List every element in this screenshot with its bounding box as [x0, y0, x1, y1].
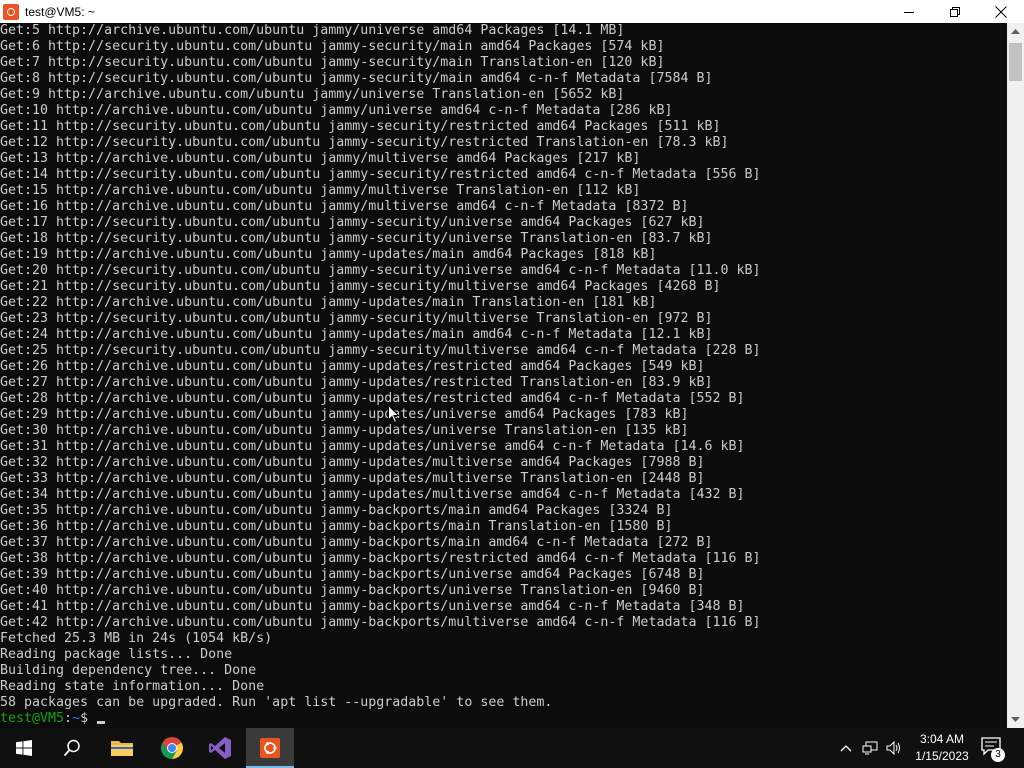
terminal-line: 58 packages can be upgraded. Run 'apt li…	[0, 695, 553, 710]
terminal-line: Get:38 http://archive.ubuntu.com/ubuntu …	[0, 551, 761, 566]
terminal-line: Get:20 http://security.ubuntu.com/ubuntu…	[0, 263, 761, 278]
terminal-line: Reading package lists... Done	[0, 647, 233, 662]
scrollbar-thumb[interactable]	[1009, 43, 1022, 81]
terminal-line: Fetched 25.3 MB in 24s (1054 kB/s)	[0, 631, 273, 646]
close-icon	[995, 5, 1007, 18]
terminal-line: Get:22 http://archive.ubuntu.com/ubuntu …	[0, 295, 657, 310]
visual-studio-icon	[209, 737, 231, 759]
terminal-line: Get:26 http://archive.ubuntu.com/ubuntu …	[0, 359, 705, 374]
terminal-line: Get:40 http://archive.ubuntu.com/ubuntu …	[0, 583, 705, 598]
chevron-up-icon	[840, 745, 852, 752]
terminal-line: Get:16 http://archive.ubuntu.com/ubuntu …	[0, 199, 689, 214]
prompt-user-host: test@VM5	[0, 711, 65, 726]
text-cursor	[97, 721, 106, 724]
terminal-line: Get:39 http://archive.ubuntu.com/ubuntu …	[0, 567, 705, 582]
terminal-line: Get:33 http://archive.ubuntu.com/ubuntu …	[0, 471, 705, 486]
terminal-line: Get:29 http://archive.ubuntu.com/ubuntu …	[0, 407, 689, 422]
terminal-line: Get:10 http://archive.ubuntu.com/ubuntu …	[0, 103, 673, 118]
clock[interactable]: 3:04 AM 1/15/2023	[912, 731, 972, 765]
terminal-line: Building dependency tree... Done	[0, 663, 257, 678]
terminal-line: Get:21 http://security.ubuntu.com/ubuntu…	[0, 279, 721, 294]
scroll-down-button[interactable]	[1007, 711, 1024, 728]
volume-button[interactable]	[886, 740, 902, 756]
terminal-line: Get:25 http://security.ubuntu.com/ubuntu…	[0, 343, 761, 358]
scroll-up-button[interactable]	[1007, 23, 1024, 40]
prompt-separator: :	[64, 711, 73, 726]
clock-time: 3:04 AM	[919, 732, 965, 746]
prompt-symbol: $	[80, 711, 97, 726]
terminal-line: Get:31 http://archive.ubuntu.com/ubuntu …	[0, 439, 745, 454]
network-button[interactable]	[862, 740, 878, 756]
start-button[interactable]	[0, 728, 48, 768]
file-explorer-button[interactable]	[98, 728, 146, 768]
terminal-line: Get:5 http://archive.ubuntu.com/ubuntu j…	[0, 23, 625, 38]
terminal-line: Get:30 http://archive.ubuntu.com/ubuntu …	[0, 423, 689, 438]
ubuntu-terminal-icon	[3, 3, 19, 20]
search-icon	[63, 739, 80, 757]
terminal-line: Get:9 http://archive.ubuntu.com/ubuntu j…	[0, 87, 625, 102]
terminal-line: Get:35 http://archive.ubuntu.com/ubuntu …	[0, 503, 673, 518]
minimize-icon	[904, 11, 914, 13]
terminal-line: Get:14 http://security.ubuntu.com/ubuntu…	[0, 167, 761, 182]
action-center-button[interactable]: 3	[980, 736, 1006, 762]
terminal-line: Get:12 http://security.ubuntu.com/ubuntu…	[0, 135, 729, 150]
terminal-line: Get:42 http://archive.ubuntu.com/ubuntu …	[0, 615, 761, 630]
terminal-line: Get:37 http://archive.ubuntu.com/ubuntu …	[0, 535, 713, 550]
restore-icon	[950, 6, 960, 17]
terminal-line: Get:19 http://archive.ubuntu.com/ubuntu …	[0, 247, 657, 262]
window-controls	[886, 0, 1024, 23]
terminal-line: Get:32 http://archive.ubuntu.com/ubuntu …	[0, 455, 705, 470]
scroll-up-icon	[1011, 28, 1020, 34]
visual-studio-button[interactable]	[196, 728, 244, 768]
title-bar[interactable]: test@VM5: ~	[0, 0, 1024, 23]
scroll-down-icon	[1011, 716, 1020, 722]
folder-icon	[111, 741, 133, 756]
show-hidden-icons-button[interactable]	[838, 740, 854, 756]
ubuntu-terminal-icon	[260, 738, 280, 758]
terminal-line: Get:18 http://security.ubuntu.com/ubuntu…	[0, 231, 713, 246]
terminal-prompt[interactable]: test@VM5:~$	[0, 711, 1007, 727]
minimize-button[interactable]	[886, 0, 932, 23]
terminal-line: Get:27 http://archive.ubuntu.com/ubuntu …	[0, 375, 713, 390]
windows-logo-icon	[16, 740, 32, 756]
chrome-icon	[161, 737, 183, 759]
terminal-line: Get:24 http://archive.ubuntu.com/ubuntu …	[0, 327, 713, 342]
terminal-line: Get:23 http://security.ubuntu.com/ubuntu…	[0, 311, 713, 326]
prompt-path: ~	[72, 711, 81, 726]
terminal-line: Get:36 http://archive.ubuntu.com/ubuntu …	[0, 519, 673, 534]
volume-icon	[886, 741, 900, 755]
terminal-line: Get:13 http://archive.ubuntu.com/ubuntu …	[0, 151, 641, 166]
maximize-button[interactable]	[932, 0, 978, 23]
search-button[interactable]	[48, 728, 96, 768]
mouse-pointer-icon	[388, 405, 400, 424]
taskbar: 3:04 AM 1/15/2023 3	[0, 728, 1024, 768]
terminal-line: Get:11 http://security.ubuntu.com/ubuntu…	[0, 119, 721, 134]
terminal-output[interactable]: Get:5 http://archive.ubuntu.com/ubuntu j…	[0, 23, 1007, 728]
terminal-line: Reading state information... Done	[0, 679, 265, 694]
terminal-line: Get:34 http://archive.ubuntu.com/ubuntu …	[0, 487, 745, 502]
ubuntu-taskbar-button[interactable]	[246, 728, 294, 768]
chrome-button[interactable]	[148, 728, 196, 768]
close-button[interactable]	[978, 0, 1024, 23]
terminal-line: Get:28 http://archive.ubuntu.com/ubuntu …	[0, 391, 745, 406]
terminal-line: Get:7 http://security.ubuntu.com/ubuntu …	[0, 55, 665, 70]
terminal-line: Get:6 http://security.ubuntu.com/ubuntu …	[0, 39, 665, 54]
terminal-line: Get:15 http://archive.ubuntu.com/ubuntu …	[0, 183, 641, 198]
network-icon	[862, 741, 878, 755]
terminal-line: Get:8 http://security.ubuntu.com/ubuntu …	[0, 71, 713, 86]
terminal-lines: Get:5 http://archive.ubuntu.com/ubuntu j…	[0, 23, 1007, 711]
terminal-line: Get:17 http://security.ubuntu.com/ubuntu…	[0, 215, 705, 230]
terminal-line: Get:41 http://archive.ubuntu.com/ubuntu …	[0, 599, 745, 614]
clock-date: 1/15/2023	[915, 749, 969, 763]
vertical-scrollbar[interactable]	[1007, 23, 1024, 728]
notification-count-badge: 3	[991, 748, 1005, 762]
window-title: test@VM5: ~	[25, 4, 95, 19]
